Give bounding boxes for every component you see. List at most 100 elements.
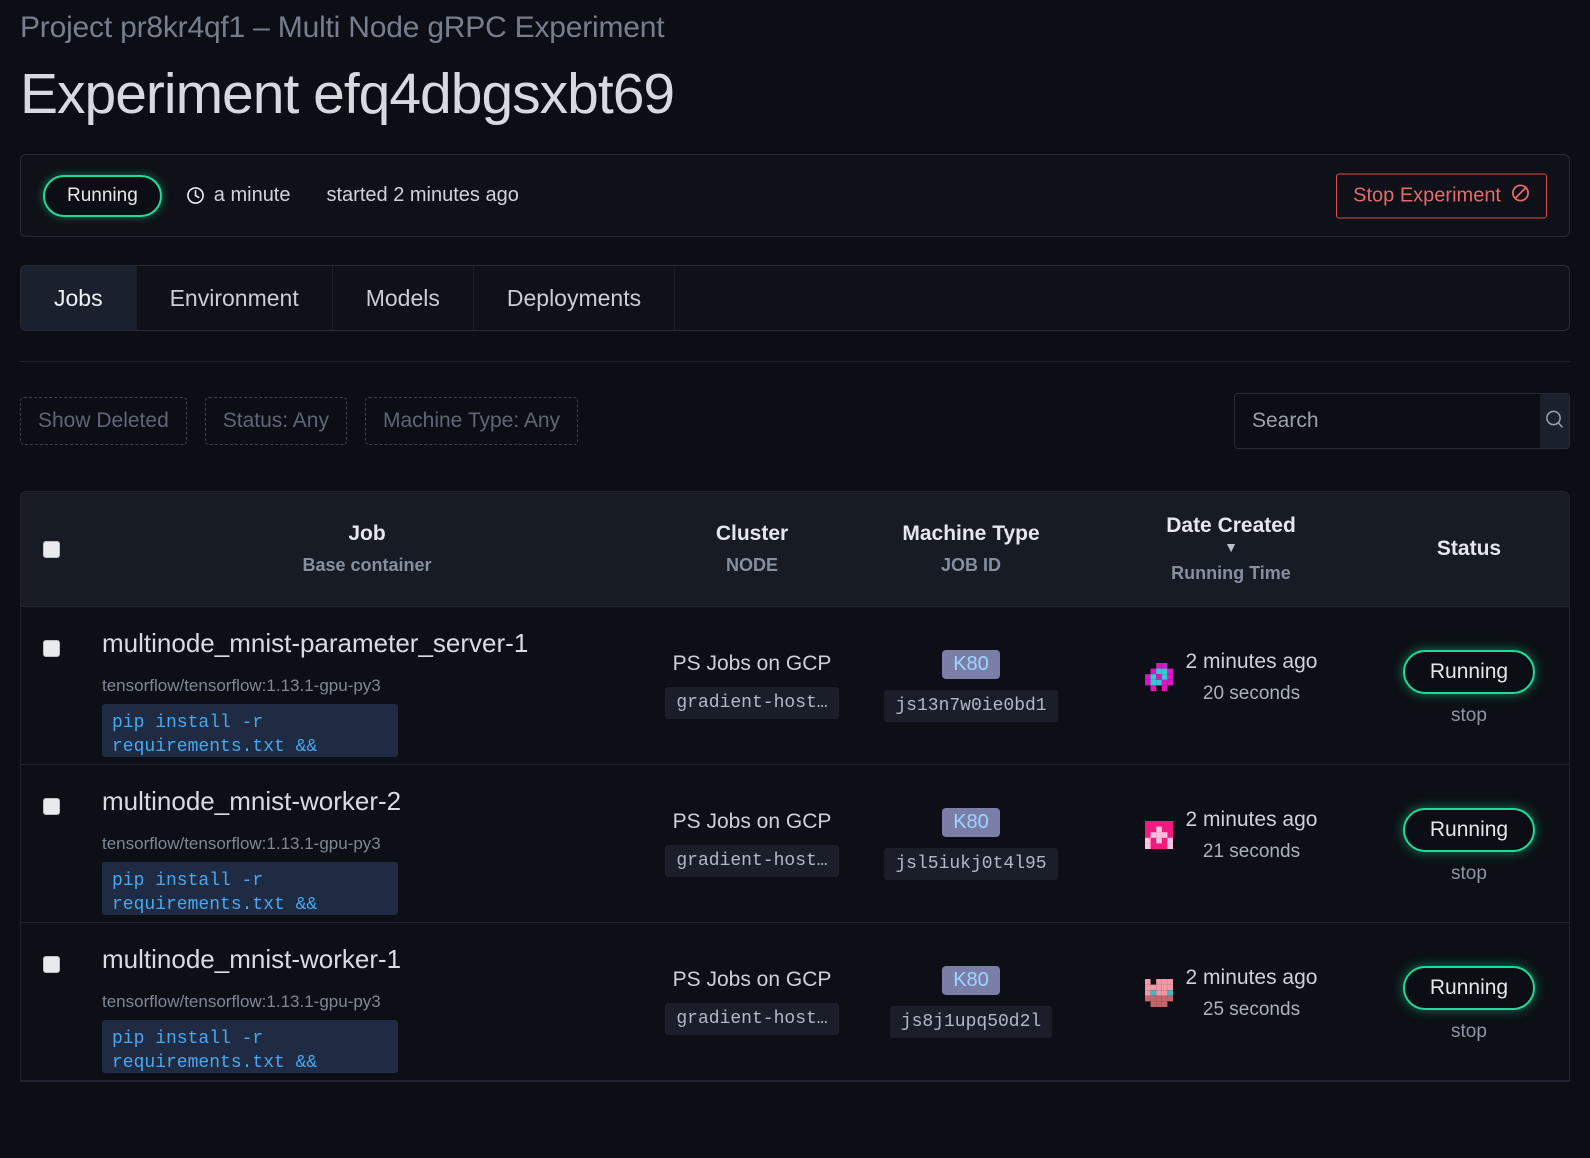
- running-time: 25 seconds: [1202, 999, 1301, 1020]
- header-job-title: Job: [348, 522, 386, 545]
- stop-experiment-label: Stop Experiment: [1353, 184, 1501, 206]
- header-running-time-subtitle: Running Time: [1171, 563, 1291, 583]
- row-stop-link[interactable]: stop: [1371, 705, 1567, 727]
- job-base-container: tensorflow/tensorflow:1.13.1-gpu-py3: [102, 834, 381, 853]
- search-button[interactable]: [1540, 394, 1569, 448]
- header-machine-type[interactable]: Machine Type JOB ID: [851, 522, 1091, 576]
- header-job[interactable]: Job Base container: [81, 522, 653, 576]
- status-badge[interactable]: Running: [1402, 650, 1536, 694]
- header-date-created-title: Date Created: [1166, 514, 1296, 537]
- job-name[interactable]: multinode_mnist-worker-1: [102, 944, 653, 975]
- experiment-state-badge: Running: [43, 174, 162, 217]
- header-cluster[interactable]: Cluster NODE: [653, 522, 851, 576]
- machine-type-badge: K80: [942, 966, 1000, 995]
- date-created-cell: 2 minutes ago 21 seconds: [1091, 786, 1371, 863]
- tab-jobs[interactable]: Jobs: [21, 266, 137, 330]
- tab-models[interactable]: Models: [333, 266, 474, 330]
- cluster-node: gradient-host…: [665, 1003, 839, 1035]
- avatar-identicon: [1144, 663, 1173, 691]
- cluster-node: gradient-host…: [665, 845, 839, 877]
- header-date-created[interactable]: Date Created ▼ Running Time: [1091, 514, 1371, 584]
- running-time: 21 seconds: [1202, 841, 1301, 862]
- header-status[interactable]: Status: [1371, 537, 1567, 561]
- select-all-checkbox[interactable]: [42, 540, 60, 558]
- jobs-table-body: multinode_mnist-parameter_server-1tensor…: [21, 607, 1569, 1081]
- avatar-identicon: [1144, 821, 1173, 849]
- filter-show-deleted[interactable]: Show Deleted: [20, 397, 187, 445]
- row-select-checkbox[interactable]: [42, 798, 60, 815]
- cluster-node: gradient-host…: [665, 687, 839, 719]
- job-command: pip install -r requirements.txt &&: [102, 862, 398, 915]
- cluster-name: PS Jobs on GCP: [672, 652, 832, 675]
- job-name[interactable]: multinode_mnist-worker-2: [102, 786, 653, 817]
- sort-descending-icon[interactable]: ▼: [1091, 540, 1371, 554]
- running-time: 20 seconds: [1202, 683, 1301, 704]
- table-row[interactable]: multinode_mnist-worker-1 tensorflow/tenso…: [21, 923, 1569, 1081]
- tab-bar-filler: [675, 266, 1569, 330]
- search-icon: [1543, 408, 1567, 435]
- row-select-cell: [21, 628, 81, 657]
- experiment-page: Project pr8kr4qf1 – Multi Node gRPC Expe…: [0, 0, 1590, 1158]
- date-created: 2 minutes ago: [1185, 966, 1318, 989]
- jobs-table: Job Base container Cluster NODE Machine …: [20, 491, 1570, 1082]
- experiment-duration-text: a minute: [213, 184, 291, 206]
- header-cluster-subtitle: NODE: [725, 555, 778, 575]
- stop-experiment-button[interactable]: Stop Experiment: [1336, 173, 1547, 218]
- tab-bar: Jobs Environment Models Deployments: [20, 265, 1570, 331]
- date-created-text-group: 2 minutes ago 25 seconds: [1186, 966, 1318, 1021]
- job-cell: multinode_mnist-parameter_server-1tensor…: [81, 628, 653, 762]
- header-machine-type-title: Machine Type: [902, 522, 1040, 545]
- machine-type-cell: K80 jsl5iukj0t4l95: [851, 786, 1091, 880]
- breadcrumb[interactable]: Project pr8kr4qf1 – Multi Node gRPC Expe…: [20, 0, 1570, 45]
- job-cell: multinode_mnist-worker-1 tensorflow/tenso…: [81, 944, 653, 1078]
- job-command: pip install -r requirements.txt &&: [102, 704, 398, 757]
- filter-status[interactable]: Status: Any: [204, 397, 347, 445]
- cluster-cell: PS Jobs on GCP gradient-host…: [653, 628, 851, 719]
- date-created: 2 minutes ago: [1185, 808, 1318, 831]
- row-select-checkbox[interactable]: [42, 640, 60, 657]
- job-id: jsl5iukj0t4l95: [884, 848, 1058, 880]
- table-row[interactable]: multinode_mnist-parameter_server-1tensor…: [21, 607, 1569, 765]
- header-job-subtitle: Base container: [302, 555, 432, 575]
- cluster-cell: PS Jobs on GCP gradient-host…: [653, 786, 851, 877]
- row-select-cell: [21, 786, 81, 815]
- search-input[interactable]: [1235, 394, 1540, 448]
- job-base-container: tensorflow/tensorflow:1.13.1-gpu-py3: [102, 992, 381, 1011]
- avatar-identicon: [1144, 979, 1173, 1007]
- header-machine-type-subtitle: JOB ID: [940, 555, 1001, 575]
- status-cell: Running stop: [1371, 786, 1567, 885]
- machine-type-cell: K80 js8j1upq50d2l: [851, 944, 1091, 1038]
- job-id: js8j1upq50d2l: [889, 1006, 1053, 1038]
- experiment-started-text: started 2 minutes ago: [326, 184, 519, 206]
- clock-icon: [186, 186, 205, 205]
- row-select-checkbox[interactable]: [42, 956, 60, 973]
- table-row[interactable]: multinode_mnist-worker-2 tensorflow/tenso…: [21, 765, 1569, 923]
- cluster-cell: PS Jobs on GCP gradient-host…: [653, 944, 851, 1035]
- machine-type-badge: K80: [942, 808, 1000, 837]
- date-created-text-group: 2 minutes ago 21 seconds: [1186, 808, 1318, 863]
- row-stop-link[interactable]: stop: [1371, 1021, 1567, 1043]
- job-name[interactable]: multinode_mnist-parameter_server-1: [102, 628, 653, 659]
- page-title: Experiment efq4dbgsxbt69: [20, 62, 675, 126]
- tab-environment[interactable]: Environment: [137, 266, 333, 330]
- status-badge[interactable]: Running: [1402, 966, 1536, 1010]
- jobs-table-header: Job Base container Cluster NODE Machine …: [21, 492, 1569, 607]
- filter-machine-type[interactable]: Machine Type: Any: [364, 397, 579, 445]
- experiment-duration: a minute: [186, 184, 291, 207]
- filter-bar: Show Deleted Status: Any Machine Type: A…: [20, 393, 1570, 449]
- select-all-cell: [21, 540, 81, 558]
- status-badge[interactable]: Running: [1402, 808, 1536, 852]
- machine-type-cell: K80 js13n7w0ie0bd1: [851, 628, 1091, 722]
- no-entry-icon: [1511, 183, 1530, 208]
- row-stop-link[interactable]: stop: [1371, 863, 1567, 885]
- tab-deployments[interactable]: Deployments: [474, 266, 676, 330]
- status-cell: Running stop: [1371, 944, 1567, 1043]
- date-created-cell: 2 minutes ago 20 seconds: [1091, 628, 1371, 705]
- row-select-cell: [21, 944, 81, 973]
- experiment-status-bar: Running a minute started 2 minutes ago S…: [20, 154, 1570, 237]
- cluster-name: PS Jobs on GCP: [672, 968, 832, 991]
- job-base-container: tensorflow/tensorflow:1.13.1-gpu-py3: [102, 676, 381, 695]
- job-id: js13n7w0ie0bd1: [884, 690, 1058, 722]
- date-created-cell: 2 minutes ago 25 seconds: [1091, 944, 1371, 1021]
- status-cell: Running stop: [1371, 628, 1567, 727]
